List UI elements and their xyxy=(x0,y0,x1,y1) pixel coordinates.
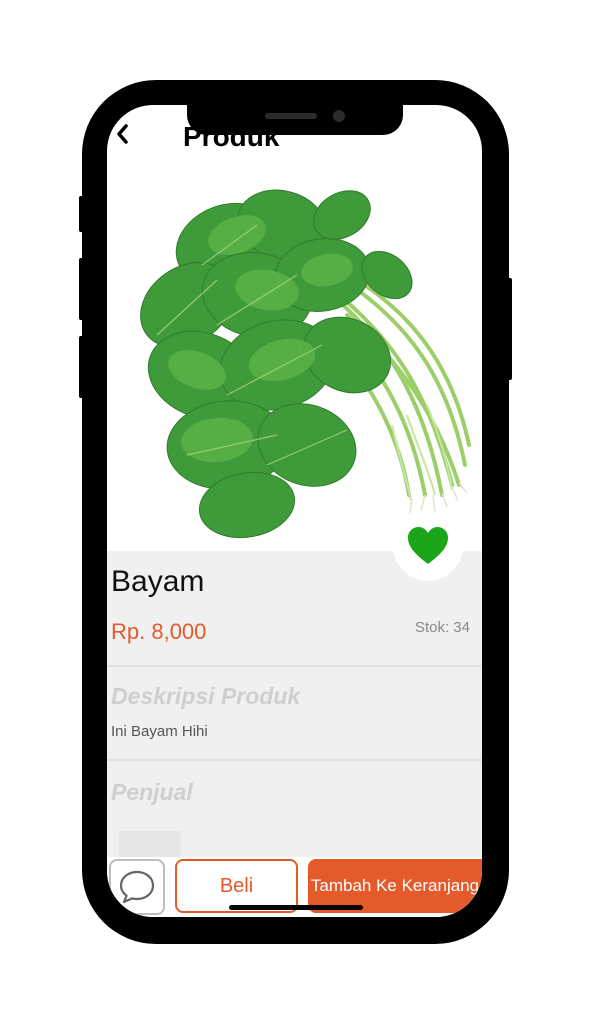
description-text: Ini Bayam Hihi xyxy=(111,723,208,740)
product-info-panel: Bayam Rp. 8,000 Stok: 34 Deskripsi Produ… xyxy=(107,551,482,857)
chevron-left-icon xyxy=(117,124,128,144)
notch xyxy=(187,105,403,135)
front-camera xyxy=(333,110,345,122)
chat-button[interactable] xyxy=(109,859,165,915)
speaker-grille xyxy=(265,113,317,119)
divider xyxy=(107,665,482,667)
product-price: Rp. 8,000 xyxy=(111,619,207,644)
favorite-button[interactable] xyxy=(393,511,463,581)
chat-bubble-icon xyxy=(119,870,155,904)
seller-heading: Penjual xyxy=(111,779,193,805)
divider xyxy=(107,759,482,761)
back-button[interactable] xyxy=(115,123,135,147)
product-image xyxy=(107,165,482,551)
description-heading: Deskripsi Produk xyxy=(111,683,301,709)
seller-avatar xyxy=(119,831,181,857)
page: Produk Bayam Rp. 8,000 Stok: 34 Deskrips… xyxy=(0,0,591,1024)
product-name: Bayam xyxy=(111,565,205,598)
home-indicator xyxy=(229,905,363,910)
heart-icon xyxy=(408,527,448,564)
phone-screen: Produk Bayam Rp. 8,000 Stok: 34 Deskrips… xyxy=(107,105,482,917)
spinach-image xyxy=(140,189,471,539)
product-stock: Stok: 34 xyxy=(414,619,470,636)
